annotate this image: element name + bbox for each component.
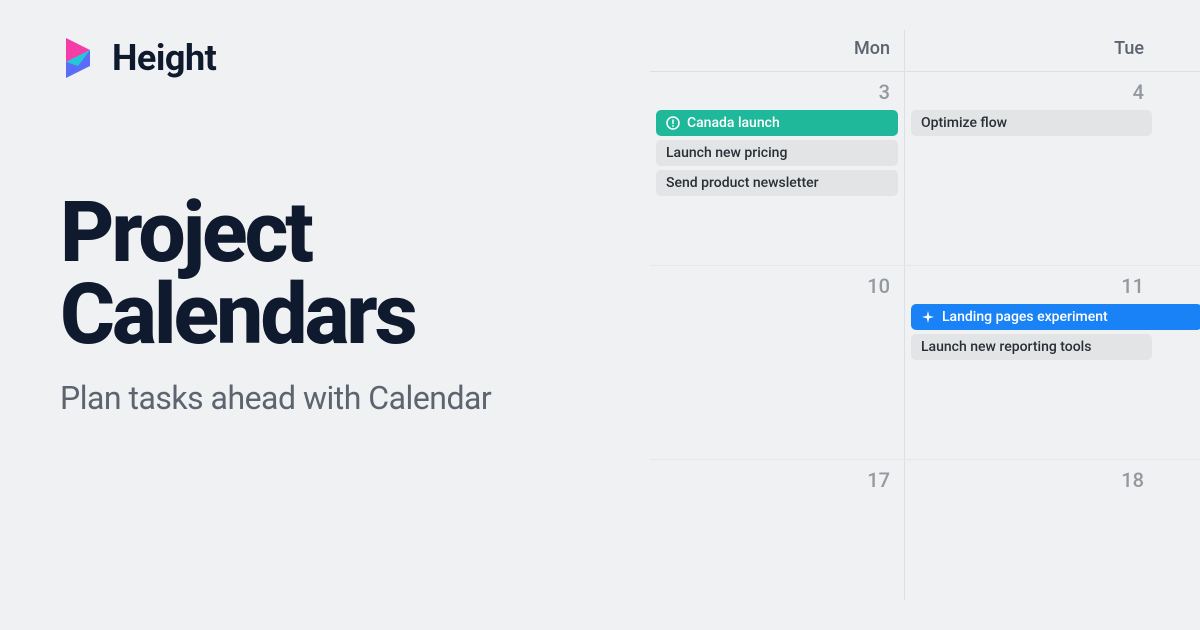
day-number: 10 xyxy=(656,274,898,304)
day-number: 4 xyxy=(911,80,1152,110)
calendar-event[interactable]: Optimize flow xyxy=(911,110,1152,136)
event-label: Canada launch xyxy=(687,115,780,131)
calendar-column-mon: Mon xyxy=(650,30,904,71)
page-subtitle: Plan tasks ahead with Calendar xyxy=(60,379,600,417)
event-label: Send product newsletter xyxy=(666,175,819,191)
day-number: 17 xyxy=(656,468,898,498)
day-number: 3 xyxy=(656,80,898,110)
calendar-event[interactable]: Launch new reporting tools xyxy=(911,334,1152,360)
calendar-event[interactable]: Landing pages experiment xyxy=(911,304,1200,330)
calendar-event[interactable]: Canada launch xyxy=(656,110,898,136)
event-label: Launch new reporting tools xyxy=(921,339,1091,355)
calendar-day-cell[interactable]: 3 Canada launch Launch new pricing Send … xyxy=(650,72,904,265)
title-line-2: Calendars xyxy=(60,265,415,364)
calendar-day-cell[interactable]: 4 Optimize flow xyxy=(904,72,1158,265)
calendar-week-row: 17 18 xyxy=(650,460,1200,600)
calendar-day-cell[interactable]: 17 xyxy=(650,460,904,600)
event-label: Optimize flow xyxy=(921,115,1007,131)
event-label: Landing pages experiment xyxy=(942,309,1108,325)
day-number: 11 xyxy=(911,274,1152,304)
calendar-week-row: 10 11 Landing pages experiment Launch ne… xyxy=(650,266,1200,460)
calendar-event[interactable]: Launch new pricing xyxy=(656,140,898,166)
calendar-day-cell[interactable]: 18 xyxy=(904,460,1158,600)
calendar-day-cell[interactable]: 11 Landing pages experiment Launch new r… xyxy=(904,266,1158,459)
day-number: 18 xyxy=(911,468,1152,498)
calendar-event[interactable]: Send product newsletter xyxy=(656,170,898,196)
page-title: Project Calendars xyxy=(60,192,600,357)
sparkle-icon xyxy=(921,310,935,324)
calendar-header-row: Mon Tue xyxy=(650,30,1200,72)
calendar-week-row: 3 Canada launch Launch new pricing Send … xyxy=(650,72,1200,266)
calendar-column-tue: Tue xyxy=(904,30,1158,71)
alert-circle-icon xyxy=(666,116,680,130)
brand: Height xyxy=(60,36,600,80)
event-label: Launch new pricing xyxy=(666,145,787,161)
brand-name: Height xyxy=(112,37,216,79)
height-logo-icon xyxy=(60,36,98,80)
calendar: Mon Tue 3 Canada launch Launch new prici… xyxy=(650,30,1200,600)
calendar-day-cell[interactable]: 10 xyxy=(650,266,904,459)
